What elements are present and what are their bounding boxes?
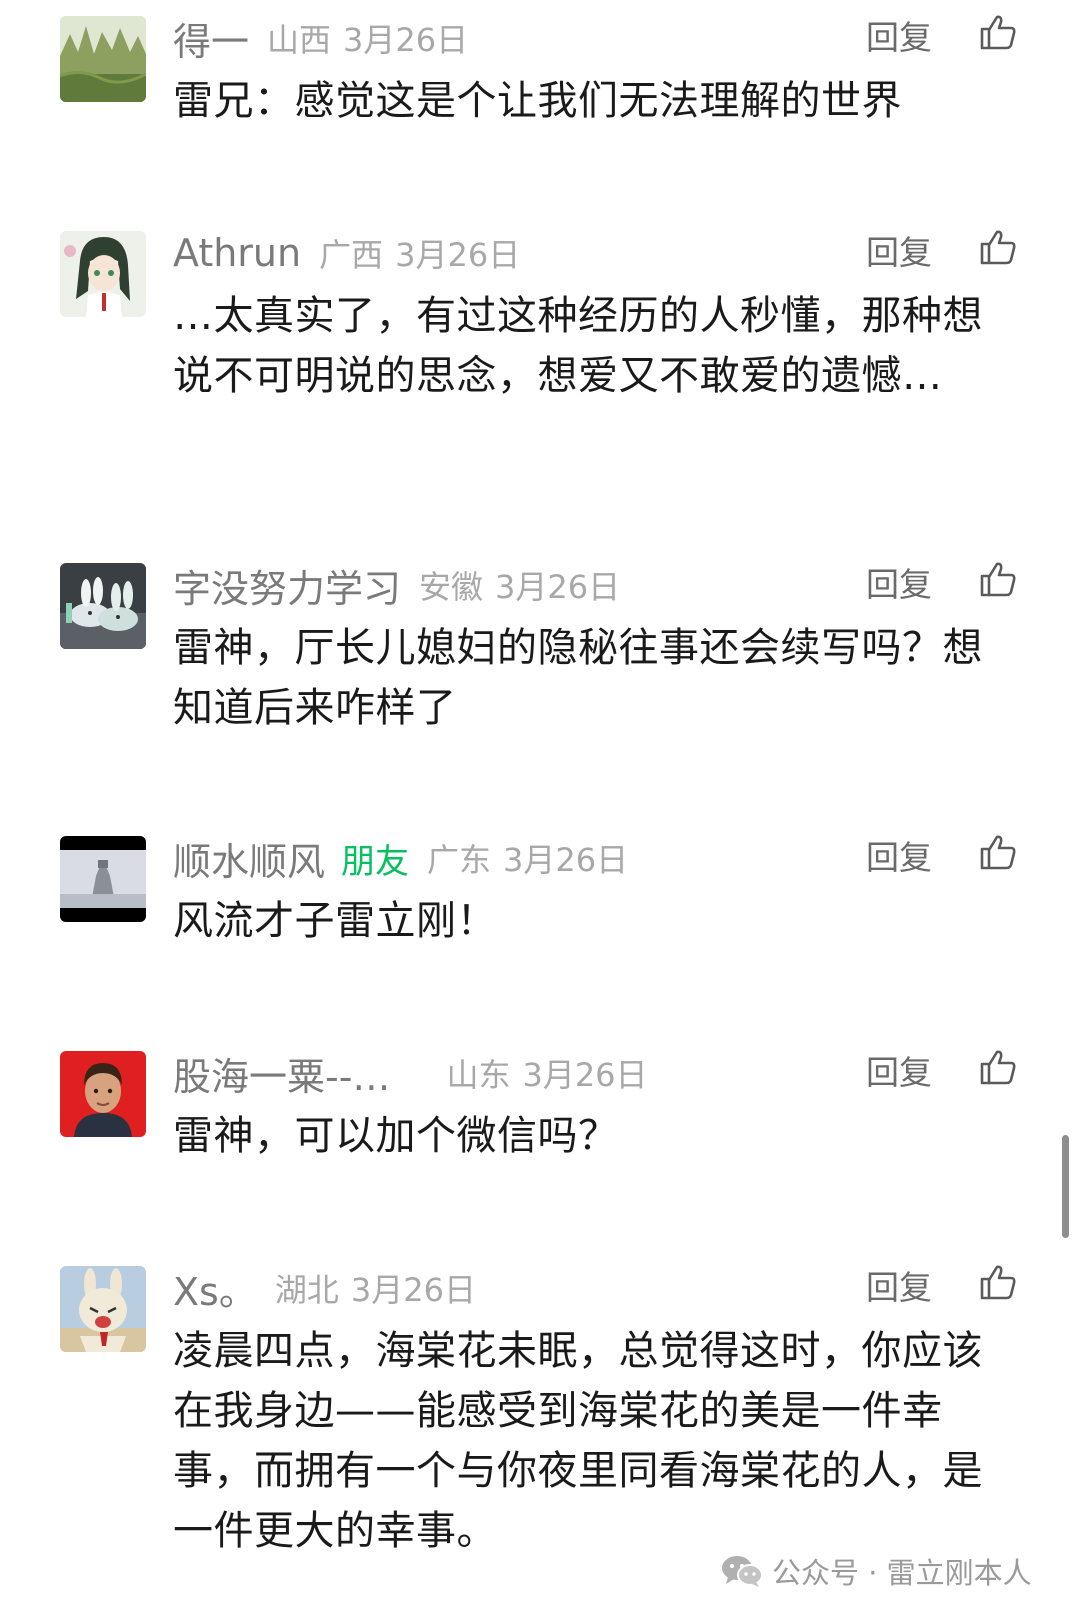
avatar[interactable] bbox=[60, 563, 146, 649]
avatar-image bbox=[60, 1051, 146, 1137]
comment-meta: 山西 3月26日 bbox=[267, 15, 468, 61]
location: 广东 bbox=[427, 841, 492, 879]
reply-button[interactable]: 回复 bbox=[866, 557, 932, 613]
nickname[interactable]: Athrun bbox=[173, 231, 301, 275]
avatar[interactable] bbox=[60, 231, 146, 317]
comment-header: 股海一粟--… 山东 3月26日 bbox=[173, 1045, 648, 1101]
comment-text: 雷神，厅长儿媳妇的隐秘往事还会续写吗？想知道后来咋样了 bbox=[173, 625, 983, 731]
avatar-image bbox=[60, 16, 146, 102]
avatar-image bbox=[60, 563, 146, 649]
comment-meta: 安徽 3月26日 bbox=[419, 562, 620, 608]
watermark-text: 公众号 · 雷立刚本人 bbox=[772, 1556, 1032, 1590]
friend-tag: 朋友 bbox=[341, 841, 410, 882]
avatar-image bbox=[60, 231, 146, 317]
scrollbar-thumb[interactable] bbox=[1062, 1135, 1069, 1238]
like-button[interactable] bbox=[978, 1262, 1018, 1302]
thumbs-up-icon bbox=[980, 1050, 1016, 1085]
location: 安徽 bbox=[419, 568, 484, 606]
date: 3月26日 bbox=[350, 1271, 476, 1309]
reply-button[interactable]: 回复 bbox=[866, 830, 932, 886]
reply-button[interactable]: 回复 bbox=[866, 225, 932, 281]
avatar[interactable] bbox=[60, 836, 146, 922]
reply-button[interactable]: 回复 bbox=[866, 1260, 932, 1316]
comment-text: 风流才子雷立刚！ bbox=[173, 898, 497, 944]
thumbs-up-icon bbox=[980, 562, 1016, 597]
nickname[interactable]: 股海一粟--… bbox=[173, 1046, 390, 1101]
nickname[interactable]: Xs。 bbox=[173, 1261, 257, 1316]
comment-meta: 广西 3月26日 bbox=[319, 230, 520, 276]
thumbs-up-icon bbox=[980, 230, 1016, 265]
nickname[interactable]: 得一 bbox=[173, 11, 249, 66]
thumbs-up-icon bbox=[980, 1265, 1016, 1300]
comment-text: 雷神，可以加个微信吗？ bbox=[173, 1113, 619, 1159]
avatar[interactable] bbox=[60, 1266, 146, 1352]
date: 3月26日 bbox=[522, 1056, 648, 1094]
comment-header: Xs。 湖北 3月26日 bbox=[173, 1260, 476, 1316]
comment-header: 字没努力学习 安徽 3月26日 bbox=[173, 557, 620, 613]
comment-header: 得一 山西 3月26日 bbox=[173, 10, 468, 66]
like-button[interactable] bbox=[978, 227, 1018, 267]
comment-header: Athrun 广西 3月26日 bbox=[173, 225, 520, 281]
comment-text: 凌晨四点，海棠花未眠，总觉得这时，你应该在我身边——能感受到海棠花的美是一件幸事… bbox=[173, 1328, 983, 1554]
comment-text: 雷兄：感觉这是个让我们无法理解的世界 bbox=[173, 78, 902, 124]
location: 山西 bbox=[267, 21, 332, 59]
avatar-image bbox=[60, 836, 146, 922]
like-button[interactable] bbox=[978, 832, 1018, 872]
avatar[interactable] bbox=[60, 16, 146, 102]
like-button[interactable] bbox=[978, 559, 1018, 599]
thumbs-up-icon bbox=[980, 835, 1016, 870]
like-button[interactable] bbox=[978, 12, 1018, 52]
watermark: 公众号 · 雷立刚本人 bbox=[720, 1546, 1032, 1596]
location: 湖北 bbox=[274, 1271, 339, 1309]
location: 广西 bbox=[319, 236, 384, 274]
comment-meta: 山东 3月26日 bbox=[446, 1050, 647, 1096]
comment-meta: 广东 3月26日 bbox=[427, 835, 628, 881]
date: 3月26日 bbox=[395, 236, 521, 274]
thumbs-up-icon bbox=[980, 15, 1016, 50]
reply-button[interactable]: 回复 bbox=[866, 10, 932, 66]
date: 3月26日 bbox=[503, 841, 629, 879]
date: 3月26日 bbox=[343, 21, 469, 59]
like-button[interactable] bbox=[978, 1047, 1018, 1087]
date: 3月26日 bbox=[495, 568, 621, 606]
avatar-image bbox=[60, 1266, 146, 1352]
avatar[interactable] bbox=[60, 1051, 146, 1137]
location: 山东 bbox=[446, 1056, 511, 1094]
nickname[interactable]: 字没努力学习 bbox=[173, 558, 401, 613]
comment-meta: 湖北 3月26日 bbox=[275, 1265, 476, 1311]
nickname[interactable]: 顺水顺风 bbox=[173, 831, 325, 886]
comment-text: …太真实了，有过这种经历的人秒懂，那种想说不可明说的思念，想爱又不敢爱的遗憾… bbox=[173, 293, 983, 399]
comment-header: 顺水顺风 朋友 广东 3月26日 bbox=[173, 830, 628, 886]
reply-button[interactable]: 回复 bbox=[866, 1045, 932, 1101]
wechat-icon bbox=[722, 1556, 763, 1587]
